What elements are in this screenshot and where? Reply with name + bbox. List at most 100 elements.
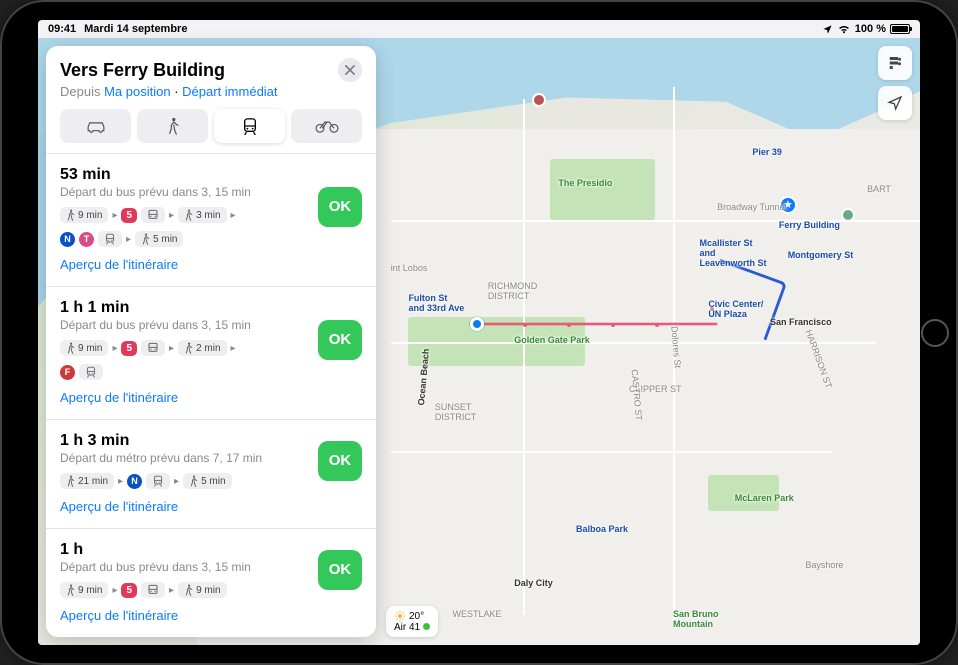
preview-route-button[interactable]: Aperçu de l'itinéraire — [60, 257, 178, 272]
mode-cycling[interactable] — [291, 109, 362, 143]
route-option[interactable]: 1 h 1 minDépart du bus prévu dans 3, 15 … — [46, 286, 376, 419]
walk-step: 21 min — [60, 473, 114, 489]
walk-step: 9 min — [178, 582, 226, 598]
from-location-button[interactable]: Ma position — [104, 84, 170, 99]
car-icon — [85, 119, 107, 133]
go-button[interactable]: OK — [318, 320, 362, 360]
route-depart-text: Départ du métro prévu dans 7, 17 min — [60, 451, 308, 465]
map-label-bayshore: Bayshore — [805, 560, 843, 570]
battery-percent: 100 % — [855, 23, 886, 35]
chevron-right-icon: ▸ — [169, 585, 174, 596]
chevron-right-icon: ▸ — [112, 210, 117, 221]
chevron-right-icon: ▸ — [126, 234, 131, 245]
route-depart-text: Départ du bus prévu dans 3, 15 min — [60, 185, 308, 199]
route-option[interactable]: 5 3 min Départ du bus prévu dans 3, 15 min… — [46, 153, 376, 286]
weather-widget[interactable]: 20° Air 41 — [386, 606, 438, 637]
weather-aqi: Air 41 — [394, 622, 420, 633]
route-duration: 1 h — [60, 541, 308, 559]
map-label-mclaren: McLaren Park — [735, 493, 794, 503]
map-label-sanbruno: San Bruno Mountain — [673, 609, 719, 629]
route-duration: 1 h 1 min — [60, 299, 308, 317]
map-label-westlake: WESTLAKE — [453, 609, 502, 619]
route-option[interactable]: 1 hDépart du bus prévu dans 3, 15 min 9 m… — [46, 528, 376, 637]
map-label-presidio: The Presidio — [558, 178, 612, 188]
transit-line-badge: 5 — [121, 341, 137, 356]
bike-icon — [315, 119, 339, 133]
mode-driving[interactable] — [60, 109, 131, 143]
map-label-mcallister: Mcallister St and Leavenworth St — [700, 238, 767, 268]
mode-walking[interactable] — [137, 109, 208, 143]
bus-step — [141, 340, 165, 356]
status-bar: 09:41 Mardi 14 septembre 100 % — [38, 20, 920, 38]
tracking-button[interactable] — [878, 86, 912, 120]
walk-step: 9 min — [60, 582, 108, 598]
weather-temp: 20° — [409, 611, 424, 622]
route-depart-text: Départ du bus prévu dans 3, 15 min — [60, 560, 308, 574]
chevron-right-icon: ▸ — [174, 476, 179, 487]
chevron-right-icon: ▸ — [231, 210, 236, 221]
bus-step — [141, 582, 165, 598]
home-button[interactable] — [921, 319, 949, 347]
aqi-dot-icon — [423, 623, 430, 630]
walk-step: 3 min — [178, 207, 226, 223]
map-label-ggpark: Golden Gate Park — [514, 335, 590, 345]
chevron-right-icon: ▸ — [231, 343, 236, 354]
map-mode-button[interactable] — [878, 46, 912, 80]
status-date: Mardi 14 septembre — [84, 23, 187, 35]
from-label: Depuis — [60, 84, 100, 99]
wifi-icon — [837, 24, 851, 34]
chevron-right-icon: ▸ — [112, 585, 117, 596]
transit-line-circle: N — [60, 232, 75, 247]
go-button[interactable]: OK — [318, 187, 362, 227]
map-label-civic: Civic Center/ UN Plaza — [708, 299, 763, 319]
transit-line-circle: F — [60, 365, 75, 380]
route-duration: 1 h 3 min — [60, 432, 308, 450]
map-label-bart: BART — [867, 184, 891, 194]
map-label-broadway: Broadway Tunnel — [717, 202, 787, 212]
preview-route-button[interactable]: Aperçu de l'itinéraire — [60, 499, 178, 514]
map-label-richmond: RICHMOND DISTRICT — [488, 281, 538, 301]
transit-icon — [242, 117, 258, 135]
transit-line-badge: 5 — [121, 583, 137, 598]
walk-step: 2 min — [178, 340, 226, 356]
go-button[interactable]: OK — [318, 441, 362, 481]
rail-step — [146, 473, 170, 489]
go-button[interactable]: OK — [318, 550, 362, 590]
route-depart-text: Départ du bus prévu dans 3, 15 min — [60, 318, 308, 332]
location-arrow-icon — [822, 24, 833, 35]
walk-step: 9 min — [60, 207, 108, 223]
map-label-montgomery: Montgomery St — [788, 250, 854, 260]
poi-marker-golden-gate[interactable] — [532, 93, 546, 107]
preview-route-button[interactable]: Aperçu de l'itinéraire — [60, 608, 178, 623]
preview-route-button[interactable]: Aperçu de l'itinéraire — [60, 390, 178, 405]
status-time: 09:41 — [48, 23, 76, 35]
rail-step — [79, 364, 103, 380]
transit-line-badge: 5 — [121, 208, 137, 223]
chevron-right-icon: ▸ — [169, 210, 174, 221]
transit-line-circle: N — [127, 474, 142, 489]
close-icon — [345, 65, 355, 75]
chevron-right-icon: ▸ — [118, 476, 123, 487]
map-label-fulton: Fulton St and 33rd Ave — [408, 293, 464, 313]
poi-marker-embarcadero[interactable] — [841, 208, 855, 222]
map-label-sunset: SUNSET DISTRICT — [435, 402, 477, 422]
walk-step: 9 min — [60, 340, 108, 356]
map-label-balboa: Balboa Park — [576, 524, 628, 534]
chevron-right-icon: ▸ — [112, 343, 117, 354]
map-label-ferry[interactable]: Ferry Building — [779, 220, 840, 230]
walk-step: 5 min — [183, 473, 231, 489]
close-button[interactable] — [338, 58, 362, 82]
map-label-dalycity: Daly City — [514, 578, 553, 588]
battery-icon — [890, 24, 910, 34]
route-option[interactable]: 1 h 3 minDépart du métro prévu dans 7, 1… — [46, 419, 376, 528]
sun-icon — [394, 610, 406, 622]
map-label-lobos: int Lobos — [391, 263, 428, 273]
depart-time-button[interactable]: Départ immédiat — [182, 84, 277, 99]
chevron-right-icon: ▸ — [169, 343, 174, 354]
mode-transit[interactable] — [214, 109, 285, 143]
walk-icon — [167, 117, 179, 135]
transit-line-circle: T — [79, 232, 94, 247]
directions-panel: Vers Ferry Building Depuis Ma position ·… — [46, 46, 376, 637]
rail-step — [98, 231, 122, 247]
map-label-pier39: Pier 39 — [752, 147, 782, 157]
